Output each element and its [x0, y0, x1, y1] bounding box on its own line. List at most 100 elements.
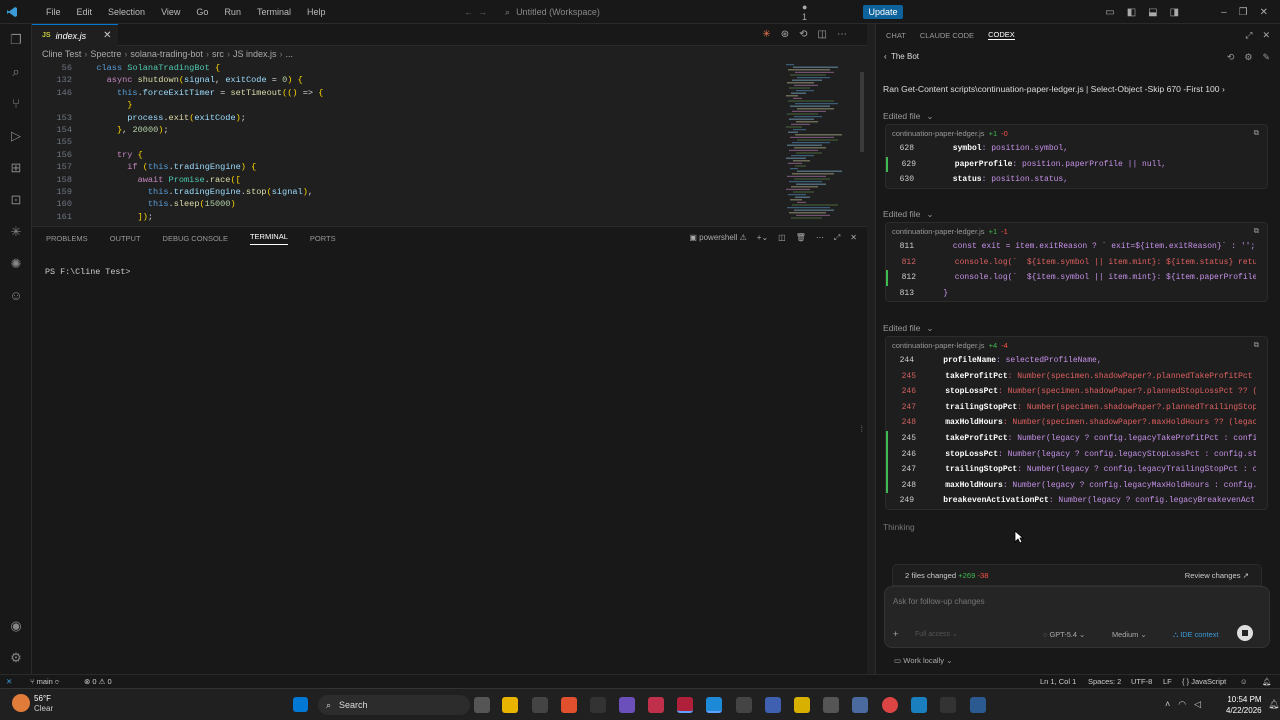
history-icon[interactable]: ⟲: [1227, 52, 1235, 63]
app-icon[interactable]: [970, 697, 986, 713]
menu-go[interactable]: Go: [188, 7, 216, 17]
indentation[interactable]: Spaces: 2: [1088, 677, 1121, 686]
notifications-icon[interactable]: 🔔︎: [1268, 699, 1279, 710]
work-locally-selector[interactable]: ▭ Work locally ⌄: [894, 656, 953, 665]
app-icon[interactable]: [532, 697, 548, 713]
brave-icon[interactable]: [561, 697, 577, 713]
terminal-output[interactable]: PS F:\Cline Test>: [45, 267, 130, 277]
code-line[interactable]: 156 try {: [32, 149, 792, 161]
app-icon[interactable]: [852, 697, 868, 713]
thread-title[interactable]: ‹ The Bot: [884, 52, 919, 61]
effort-selector[interactable]: Medium ⌄: [1112, 630, 1147, 639]
panel-tab-problems[interactable]: PROBLEMS: [46, 234, 88, 243]
breadcrumb-item[interactable]: ...: [285, 49, 293, 59]
code-line[interactable]: 159 this.tradingEngine.stop(signal),: [32, 186, 792, 198]
close-icon[interactable]: ✕: [103, 30, 111, 41]
taskbar-search[interactable]: ⌕ Search: [318, 695, 470, 715]
menu-view[interactable]: View: [153, 7, 188, 17]
tab-codex[interactable]: CODEX: [988, 30, 1015, 40]
line-ending[interactable]: LF: [1163, 677, 1172, 686]
tab-index-js[interactable]: JS index.js ✕: [32, 24, 118, 46]
code-line[interactable]: 161 ]);: [32, 211, 792, 223]
code-line[interactable]: 155: [32, 136, 792, 148]
notification-count[interactable]: ● 1: [802, 2, 807, 22]
weather-widget[interactable]: 56°F Clear: [34, 694, 53, 714]
diff-filename[interactable]: continuation-paper-ledger.js: [892, 341, 985, 350]
layout-icon[interactable]: ▭: [1105, 7, 1114, 18]
panel-toggle-icon[interactable]: ⬓: [1148, 7, 1157, 18]
compare-icon[interactable]: ⟲: [799, 29, 807, 40]
file-explorer-icon[interactable]: [502, 697, 518, 713]
app-icon[interactable]: [765, 697, 781, 713]
close-panel-icon[interactable]: ✕: [850, 233, 857, 243]
command-center[interactable]: ← → ⌕ Untitled (Workspace) ● 1: [452, 2, 807, 22]
stop-button[interactable]: [1237, 625, 1253, 641]
tab-claude-code[interactable]: CLAUDE CODE: [920, 31, 974, 40]
chrome-icon[interactable]: [882, 697, 898, 713]
app-icon[interactable]: [648, 697, 664, 713]
menu-file[interactable]: File: [38, 7, 69, 17]
menu-run[interactable]: Run: [216, 7, 249, 17]
start-windows-icon[interactable]: [293, 697, 308, 712]
opera-icon[interactable]: [677, 697, 693, 713]
restore-icon[interactable]: ❐: [1239, 7, 1248, 18]
robot-icon[interactable]: ☺: [8, 288, 24, 304]
weather-icon[interactable]: [12, 694, 30, 712]
app-icon[interactable]: [911, 697, 927, 713]
ran-command[interactable]: Ran Get-Content scripts\continuation-pap…: [883, 84, 1225, 94]
language-mode[interactable]: { } JavaScript: [1182, 677, 1226, 686]
code-line[interactable]: 153 process.exit(exitCode);: [32, 112, 792, 124]
code-line[interactable]: 132 async shutdown(signal, exitCode = 0)…: [32, 74, 792, 86]
system-tray[interactable]: ˄ ◠ ◁: [1165, 699, 1201, 710]
breadcrumb-item[interactable]: solana-trading-bot: [130, 49, 203, 59]
copilot-icon[interactable]: ☺: [1240, 677, 1248, 686]
remote-indicator-icon[interactable]: ✕: [6, 677, 12, 686]
minimize-icon[interactable]: –: [1221, 7, 1227, 18]
app-icon[interactable]: [940, 697, 956, 713]
code-line[interactable]: 56 class SolanaTradingBot {: [32, 62, 792, 74]
maximize-panel-icon[interactable]: ⤢: [834, 233, 840, 243]
diff-header[interactable]: continuation-paper-ledger.js +1 -1 ⧉: [886, 223, 1267, 239]
volume-icon[interactable]: ◁: [1194, 699, 1201, 710]
trash-icon[interactable]: 🗑: [796, 233, 806, 243]
copy-icon[interactable]: ⧉: [1254, 340, 1259, 350]
problems-indicator[interactable]: ⊗ 0 ⚠ 0: [84, 677, 112, 686]
code-line[interactable]: 157 if (this.tradingEngine) {: [32, 161, 792, 173]
codex-icon[interactable]: ✺: [8, 256, 24, 272]
menu-terminal[interactable]: Terminal: [249, 7, 299, 17]
copy-icon[interactable]: ⧉: [1254, 128, 1259, 138]
model-selector[interactable]: ◌ GPT-5.4 ⌄: [1043, 630, 1085, 639]
encoding[interactable]: UTF-8: [1131, 677, 1152, 686]
panel-tab-debug-console[interactable]: DEBUG CONSOLE: [163, 234, 228, 243]
app-icon[interactable]: [736, 697, 752, 713]
code-line[interactable]: 160 this.sleep(15000): [32, 198, 792, 210]
sidebar-toggle-icon[interactable]: ◧: [1127, 7, 1136, 18]
edited-file-label[interactable]: Edited file ⌄: [883, 111, 933, 122]
diff-filename[interactable]: continuation-paper-ledger.js: [892, 129, 985, 138]
sidebar-right-icon[interactable]: ◨: [1170, 7, 1179, 18]
explorer-icon[interactable]: ❐: [8, 32, 24, 48]
tab-chat[interactable]: CHAT: [886, 31, 906, 40]
breadcrumb-item[interactable]: Cline Test: [42, 49, 81, 59]
new-thread-icon[interactable]: ✎: [1262, 52, 1270, 63]
menu-help[interactable]: Help: [299, 7, 334, 17]
open-new-window-icon[interactable]: ⤢: [1245, 30, 1252, 41]
close-icon[interactable]: ✕: [1262, 30, 1270, 41]
code-view[interactable]: 56 class SolanaTradingBot {132 async shu…: [32, 62, 792, 223]
menu-edit[interactable]: Edit: [69, 7, 101, 17]
breadcrumb-item[interactable]: JS index.js: [233, 49, 277, 59]
copy-icon[interactable]: ⧉: [1254, 226, 1259, 236]
remote-icon[interactable]: ⊡: [8, 192, 24, 208]
ide-context-toggle[interactable]: ⛬ IDE context: [1173, 630, 1218, 640]
source-control-icon[interactable]: ⑂: [8, 96, 24, 112]
split-terminal-icon[interactable]: ◫: [778, 233, 786, 243]
settings-gear-icon[interactable]: ⚙: [8, 650, 24, 666]
run-debug-icon[interactable]: ▷: [8, 128, 24, 144]
minimap[interactable]: [784, 62, 864, 224]
breadcrumb-item[interactable]: src: [212, 49, 224, 59]
code-line[interactable]: }: [32, 99, 792, 111]
panel-tab-terminal[interactable]: TERMINAL: [249, 232, 288, 245]
panel-tab-output[interactable]: OUTPUT: [110, 234, 141, 243]
code-line[interactable]: 146 this.forceExitTimer = setTimeout(() …: [32, 87, 792, 99]
add-attachment-icon[interactable]: +: [893, 629, 898, 639]
